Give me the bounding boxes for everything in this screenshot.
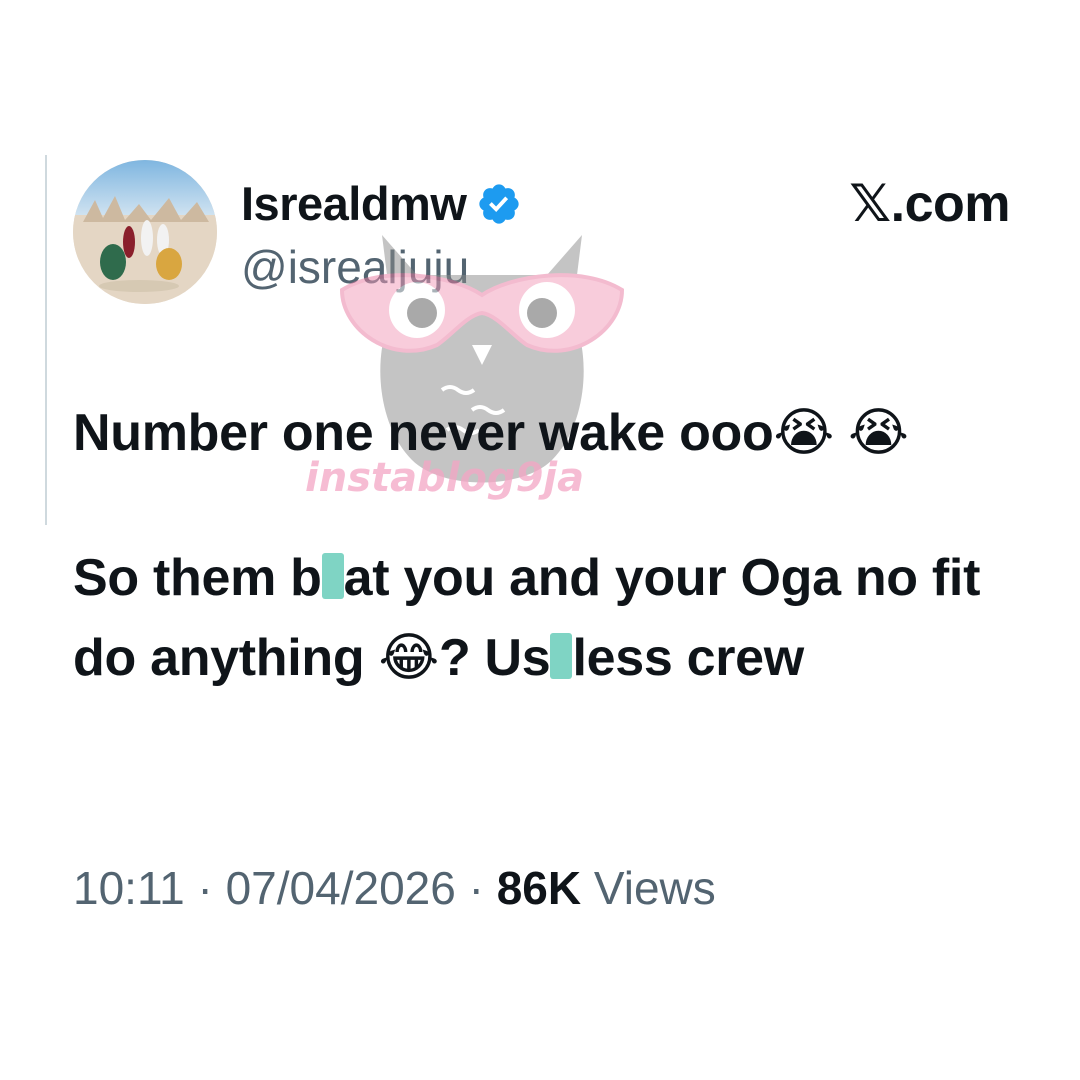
- tweet-line-2-part-3: less crew: [572, 629, 804, 687]
- views-count: 86K: [496, 862, 582, 914]
- censor-mark: [550, 633, 573, 679]
- x-brand-logo[interactable]: 𝕏.com: [849, 174, 1010, 234]
- tweet-text: Number one never wake ooo😭 😭 So them b at…: [73, 393, 1033, 698]
- tweet-line-2: So them b at you and your Oga no fit do a…: [73, 538, 1033, 698]
- tweet-line-1: Number one never wake ooo😭 😭: [73, 404, 909, 462]
- views-label: Views: [593, 862, 716, 914]
- tweet-line-2-part-1: So them b: [73, 549, 322, 607]
- handle[interactable]: @isrealjuju: [241, 240, 469, 294]
- meta-separator: ·: [468, 862, 484, 914]
- tweet-meta: 10:11 · 07/04/2026 · 86K Views: [73, 858, 716, 918]
- display-name[interactable]: Isrealdmw: [241, 176, 467, 232]
- tweet-date[interactable]: 07/04/2026: [226, 862, 456, 914]
- meta-separator: ·: [197, 862, 213, 914]
- left-divider: [45, 155, 47, 525]
- verified-badge-icon: [479, 184, 520, 224]
- avatar[interactable]: [73, 160, 217, 304]
- avatar-image: [73, 160, 217, 304]
- author-row: Isrealdmw: [241, 176, 522, 232]
- censor-mark: [321, 553, 344, 599]
- tweet-time[interactable]: 10:11: [73, 862, 185, 914]
